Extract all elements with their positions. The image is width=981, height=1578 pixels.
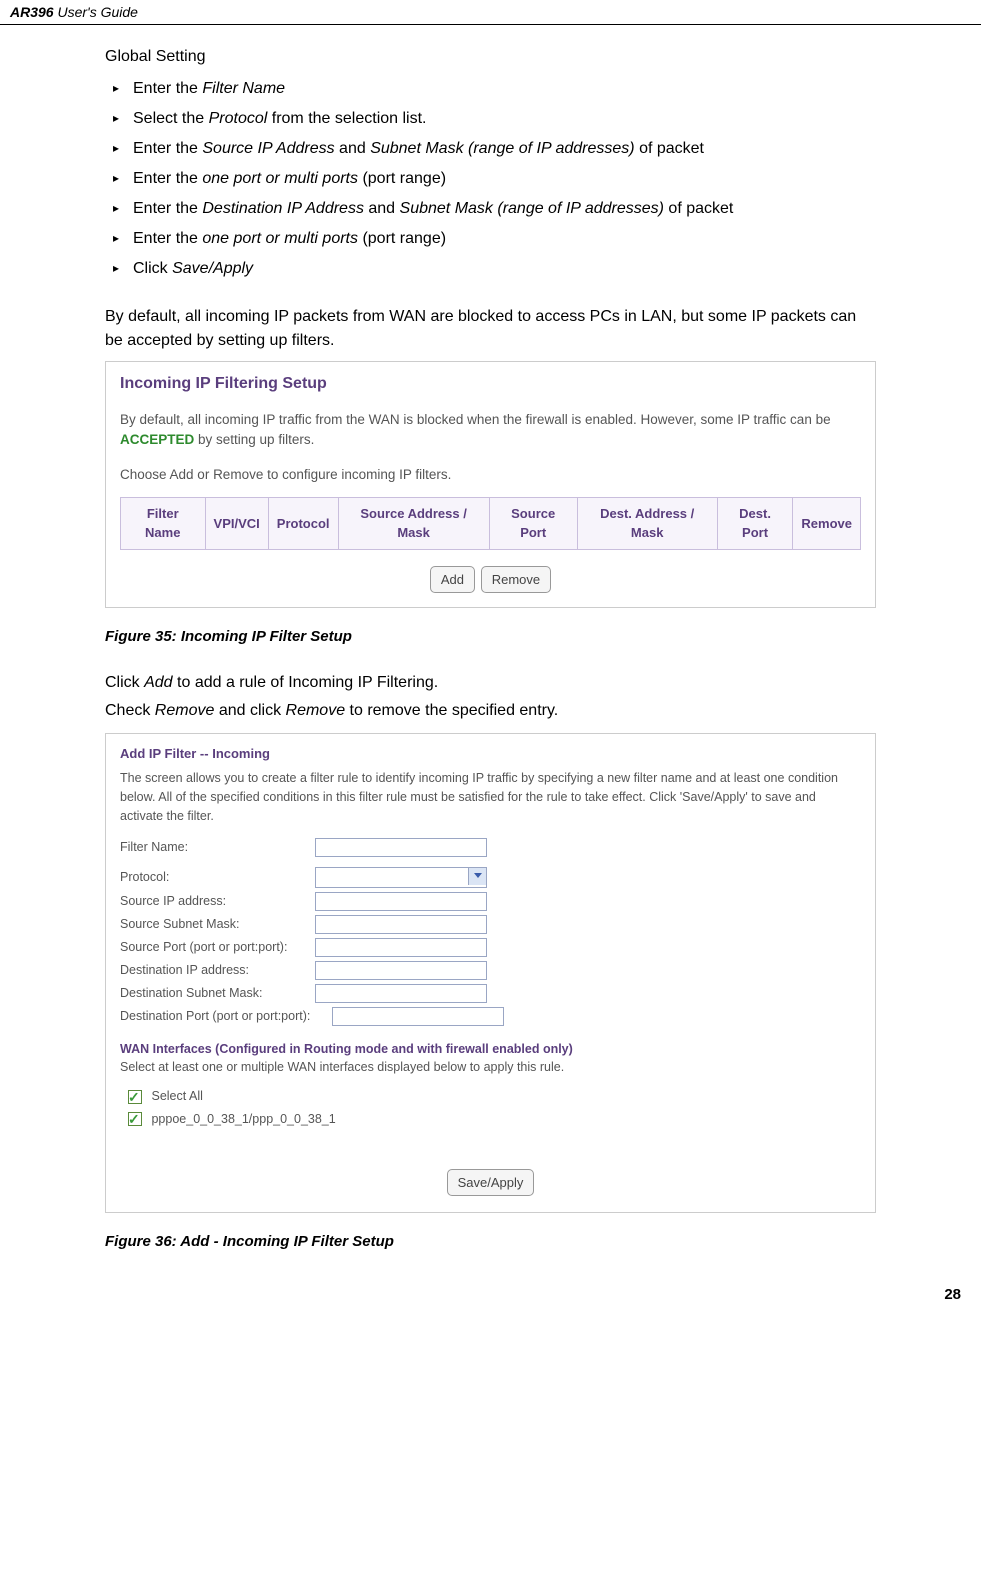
- wan-interfaces-sub: Select at least one or multiple WAN inte…: [120, 1058, 861, 1077]
- header-bar: AR396 User's Guide: [0, 0, 981, 25]
- label-source-ip: Source IP address:: [120, 892, 315, 911]
- checkbox-pppoe[interactable]: [128, 1112, 142, 1126]
- checkbox-row-select-all: Select All: [128, 1087, 861, 1106]
- col-source-port: Source Port: [489, 497, 577, 549]
- list-item: Enter the Source IP Address and Subnet M…: [105, 137, 876, 161]
- row-source-port: Source Port (port or port:port):: [120, 938, 861, 957]
- col-dest-port: Dest. Port: [717, 497, 793, 549]
- list-item: Enter the one port or multi ports (port …: [105, 227, 876, 251]
- col-protocol: Protocol: [268, 497, 338, 549]
- col-source-addr: Source Address / Mask: [338, 497, 489, 549]
- list-item: Enter the one port or multi ports (port …: [105, 167, 876, 191]
- row-protocol: Protocol:: [120, 867, 861, 888]
- col-remove: Remove: [793, 497, 861, 549]
- wan-interfaces-title: WAN Interfaces (Configured in Routing mo…: [120, 1040, 861, 1059]
- add-button[interactable]: Add: [430, 566, 475, 594]
- intro-paragraph: By default, all incoming IP packets from…: [105, 305, 876, 353]
- main-content: Global Setting Enter the Filter Name Sel…: [0, 25, 981, 1254]
- row-source-mask: Source Subnet Mask:: [120, 915, 861, 934]
- accepted-word: ACCEPTED: [120, 432, 194, 447]
- label-source-port: Source Port (port or port:port):: [120, 938, 315, 957]
- row-filter-name: Filter Name:: [120, 838, 861, 857]
- fig35-title: Incoming IP Filtering Setup: [120, 372, 861, 396]
- input-source-mask[interactable]: [315, 915, 487, 934]
- list-item: Enter the Destination IP Address and Sub…: [105, 197, 876, 221]
- input-source-ip[interactable]: [315, 892, 487, 911]
- label-dest-ip: Destination IP address:: [120, 961, 315, 980]
- label-pppoe: pppoe_0_0_38_1/ppp_0_0_38_1: [151, 1112, 335, 1126]
- row-source-ip: Source IP address:: [120, 892, 861, 911]
- fig35-table: Filter Name VPI/VCI Protocol Source Addr…: [120, 497, 861, 550]
- select-protocol[interactable]: [315, 867, 487, 888]
- figure-36-caption: Figure 36: Add - Incoming IP Filter Setu…: [105, 1231, 876, 1254]
- input-source-port[interactable]: [315, 938, 487, 957]
- product-name: AR396: [10, 4, 54, 20]
- check-remove-line: Check Remove and click Remove to remove …: [105, 699, 876, 723]
- list-item: Click Save/Apply: [105, 257, 876, 281]
- label-source-mask: Source Subnet Mask:: [120, 915, 315, 934]
- fig35-button-row: Add Remove: [120, 566, 861, 594]
- label-dest-port: Destination Port (port or port:port):: [120, 1007, 332, 1026]
- col-dest-addr: Dest. Address / Mask: [577, 497, 717, 549]
- checkbox-select-all[interactable]: [128, 1090, 142, 1104]
- label-filter-name: Filter Name:: [120, 838, 315, 857]
- col-vpi-vci: VPI/VCI: [205, 497, 268, 549]
- list-item: Select the Protocol from the selection l…: [105, 107, 876, 131]
- row-dest-mask: Destination Subnet Mask:: [120, 984, 861, 1003]
- fig36-desc: The screen allows you to create a filter…: [120, 769, 861, 825]
- fig35-desc1: By default, all incoming IP traffic from…: [120, 410, 861, 451]
- remove-button[interactable]: Remove: [481, 566, 551, 594]
- input-filter-name[interactable]: [315, 838, 487, 857]
- chevron-down-icon: [474, 873, 482, 878]
- row-dest-port: Destination Port (port or port:port):: [120, 1007, 861, 1026]
- label-protocol: Protocol:: [120, 868, 315, 887]
- row-dest-ip: Destination IP address:: [120, 961, 861, 980]
- page-number: 28: [0, 1276, 981, 1313]
- click-add-line: Click Add to add a rule of Incoming IP F…: [105, 671, 876, 695]
- input-dest-port[interactable]: [332, 1007, 504, 1026]
- label-dest-mask: Destination Subnet Mask:: [120, 984, 315, 1003]
- label-select-all: Select All: [151, 1089, 202, 1103]
- checkbox-row-pppoe: pppoe_0_0_38_1/ppp_0_0_38_1: [128, 1110, 861, 1129]
- save-apply-button[interactable]: Save/Apply: [447, 1169, 535, 1197]
- doc-suffix: User's Guide: [57, 4, 137, 20]
- fig35-desc2: Choose Add or Remove to configure incomi…: [120, 465, 861, 485]
- figure-35-box: Incoming IP Filtering Setup By default, …: [105, 361, 876, 608]
- fig36-title: Add IP Filter -- Incoming: [120, 744, 861, 764]
- figure-35-caption: Figure 35: Incoming IP Filter Setup: [105, 626, 876, 649]
- fig36-button-row: Save/Apply: [120, 1169, 861, 1197]
- input-dest-mask[interactable]: [315, 984, 487, 1003]
- col-filter-name: Filter Name: [121, 497, 206, 549]
- header-text: AR396 User's Guide: [10, 4, 138, 20]
- global-setting-title: Global Setting: [105, 45, 876, 69]
- figure-36-box: Add IP Filter -- Incoming The screen all…: [105, 733, 876, 1213]
- bullet-list: Enter the Filter Name Select the Protoco…: [105, 77, 876, 281]
- list-item: Enter the Filter Name: [105, 77, 876, 101]
- input-dest-ip[interactable]: [315, 961, 487, 980]
